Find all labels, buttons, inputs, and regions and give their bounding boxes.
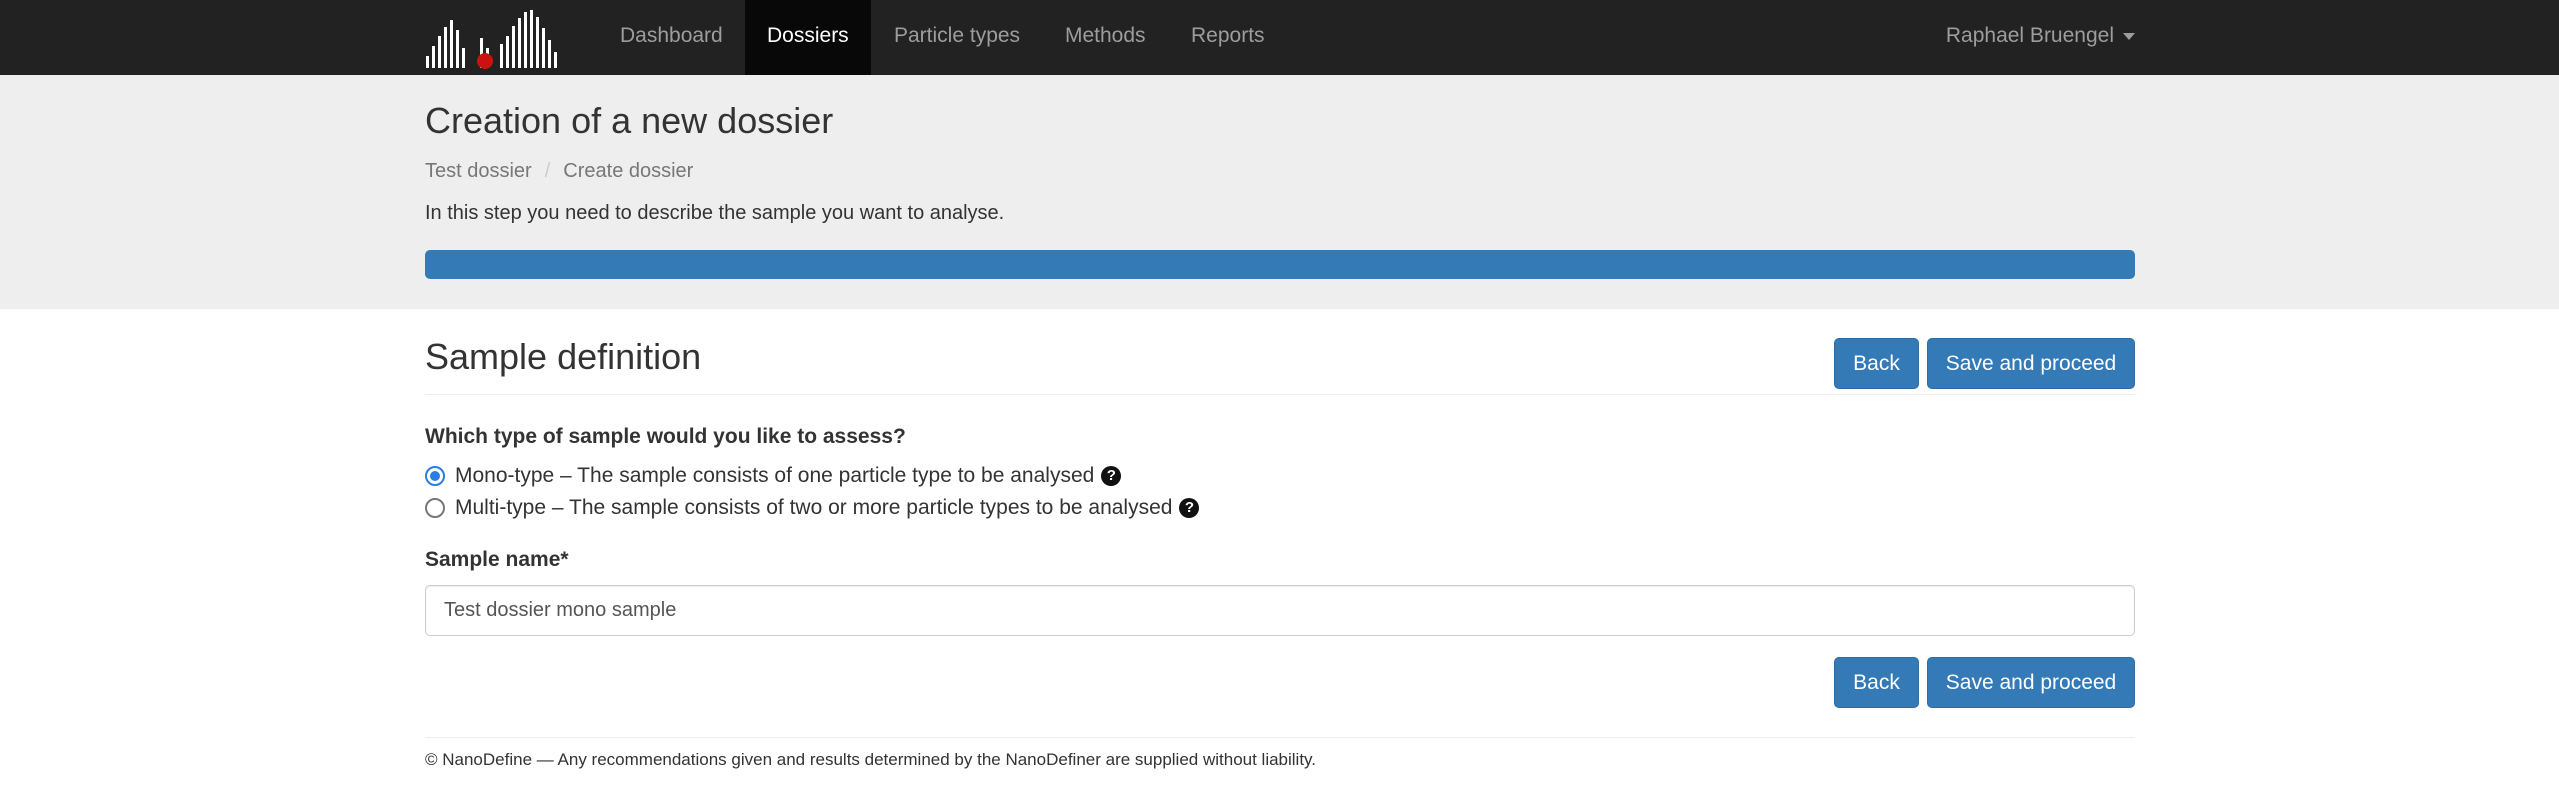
logo-bar (518, 18, 521, 68)
logo-bar (450, 20, 453, 68)
radio-multi-type[interactable] (425, 498, 445, 518)
step-description: In this step you need to describe the sa… (425, 202, 1005, 224)
save-proceed-button-top[interactable]: Save and proceed (1927, 338, 2135, 389)
logo-bar (548, 40, 551, 68)
question-circle-icon[interactable]: ? (1179, 498, 1200, 518)
logo-bar (554, 52, 557, 68)
breadcrumb-create-dossier[interactable]: Create dossier (563, 160, 693, 182)
logo-bar (500, 44, 503, 68)
section-title: Sample definition (425, 336, 702, 377)
breadcrumb-separator: / (544, 160, 551, 182)
logo-bar (512, 26, 515, 68)
sample-type-question: Which type of sample would you like to a… (425, 425, 906, 448)
radio-mono-type[interactable] (425, 466, 445, 486)
option-multi-type-label: Multi-type – The sample consists of two … (455, 496, 1173, 519)
breadcrumb: Test dossier / Create dossier (425, 160, 693, 183)
option-mono-type-label: Mono-type – The sample consists of one p… (455, 464, 1095, 487)
footer-disclaimer: © NanoDefine — Any recommendations given… (425, 750, 1317, 769)
logo-bar (456, 30, 459, 68)
logo-bar (438, 36, 441, 68)
user-name: Raphael Bruengel (1945, 24, 2114, 47)
nav-dashboard[interactable]: Dashboard (598, 0, 745, 75)
breadcrumb-test-dossier[interactable]: Test dossier (425, 160, 532, 182)
progress-bar (425, 250, 2135, 279)
option-multi-type[interactable]: Multi-type – The sample consists of two … (425, 496, 1200, 520)
nanodefine-logo[interactable] (425, 8, 575, 70)
logo-bar (444, 27, 447, 68)
save-proceed-button-bottom[interactable]: Save and proceed (1927, 657, 2135, 708)
nav-reports[interactable]: Reports (1169, 0, 1287, 75)
logo-bar (542, 28, 545, 68)
sample-name-label: Sample name* (425, 548, 569, 571)
nav-dossiers[interactable]: Dossiers (745, 0, 871, 75)
logo-dot-icon (477, 53, 493, 69)
user-menu[interactable]: Raphael Bruengel (1946, 0, 2135, 75)
nav-methods[interactable]: Methods (1043, 0, 1168, 75)
sample-name-input[interactable] (425, 585, 2135, 636)
logo-bar (432, 46, 435, 68)
option-mono-type[interactable]: Mono-type – The sample consists of one p… (425, 464, 1122, 488)
logo-bar (426, 56, 429, 68)
back-button-bottom[interactable]: Back (1834, 657, 1919, 708)
footer-divider (425, 737, 2135, 738)
page-title: Creation of a new dossier (425, 100, 834, 141)
back-button-top[interactable]: Back (1834, 338, 1919, 389)
question-circle-icon[interactable]: ? (1101, 466, 1122, 486)
logo-bar (530, 10, 533, 68)
caret-down-icon (2123, 32, 2135, 40)
logo-bar (462, 48, 465, 68)
nav-particle-types[interactable]: Particle types (872, 0, 1042, 75)
logo-bar (506, 36, 509, 68)
logo-bar (524, 12, 527, 68)
logo-bar (536, 17, 539, 68)
section-divider (425, 394, 2135, 395)
progress-fill (425, 250, 2135, 279)
